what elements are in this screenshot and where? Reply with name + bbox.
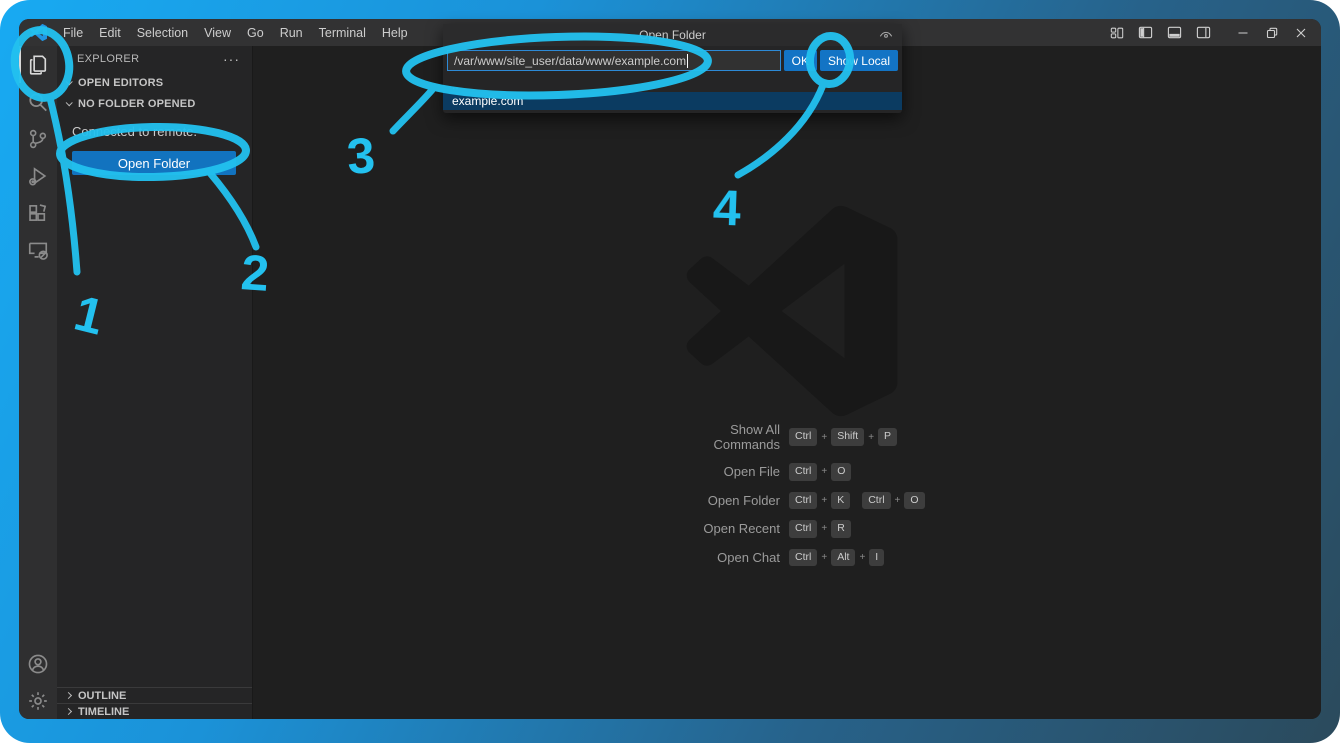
shortcut-keys: Ctrl + Shift + P [789,428,897,446]
folder-suggestion-list: ..example.com [443,75,902,110]
menu-go[interactable]: Go [239,19,272,46]
activity-bar [19,46,57,719]
menu-edit[interactable]: Edit [91,19,129,46]
close-button[interactable] [1286,19,1315,46]
menu-run[interactable]: Run [272,19,311,46]
dialog-list-item[interactable]: .. [443,77,902,92]
open-folder-button[interactable]: Open Folder [72,151,236,175]
vscode-watermark-logo [683,205,900,417]
shortcut-label: Open Folder [253,493,780,508]
key-badge: Ctrl [789,492,817,510]
source-control-icon[interactable] [19,120,57,157]
menu-help[interactable]: Help [374,19,416,46]
accounts-icon[interactable] [19,645,57,682]
chevron-right-icon [65,708,72,715]
key-separator: + [859,552,865,563]
editor-area: Show All Commands Ctrl + Shift + P Open File Ct… [253,46,1321,719]
outline-label: OUTLINE [78,690,126,702]
key-badge: Ctrl [862,492,890,510]
restore-button[interactable] [1257,19,1286,46]
key-badge: Ctrl [789,549,817,567]
shortcut-keys: Ctrl + Alt + I [789,549,884,567]
shortcut-label: Open File [253,464,780,479]
key-badge: Ctrl [789,428,817,446]
explorer-icon[interactable] [19,46,57,83]
key-badge: Ctrl [789,463,817,481]
toggle-secondary-sidebar-icon[interactable] [1189,19,1218,46]
menu-terminal[interactable]: Terminal [311,19,374,46]
sidebar-title: EXPLORER [77,53,219,65]
folder-path-value: /var/www/site_user/data/www/example.com [454,54,686,68]
menu-selection[interactable]: Selection [129,19,196,46]
shortcut-label: Open Recent [253,521,780,536]
extensions-icon[interactable] [19,194,57,231]
key-badge: P [878,428,897,446]
dialog-title: Open Folder [639,28,706,42]
key-separator: + [821,552,827,563]
chevron-down-icon [66,78,73,85]
shortcut-row: Open Recent Ctrl + R [253,520,1321,538]
customize-layout-icon[interactable] [1102,19,1131,46]
key-badge: Alt [831,549,855,567]
keyboard-shortcuts-watermark: Show All Commands Ctrl + Shift + P Open File Ct… [253,422,1321,577]
no-folder-section[interactable]: NO FOLDER OPENED [57,93,252,114]
open-editors-section[interactable]: OPEN EDITORS [57,72,252,93]
remote-status-text: Connected to remote. [72,124,236,140]
key-badge: I [869,549,884,567]
shortcut-label: Open Chat [253,550,780,565]
menu-file[interactable]: File [55,19,91,46]
key-badge: Ctrl [789,520,817,538]
shortcut-row: Open FolderCtrl+KCtrl+O [253,492,1321,510]
key-badge: K [831,492,850,510]
shortcut-row: Open Chat Ctrl + Alt + I [253,549,1321,567]
key-separator: + [821,466,827,477]
key-separator: + [821,432,827,443]
show-local-button[interactable]: Show Local [820,50,898,71]
vscode-window: FileEditSelectionViewGoRunTerminalHelp [19,19,1321,719]
outline-section[interactable]: OUTLINE [57,687,252,703]
dialog-list-item[interactable]: example.com [443,92,902,110]
shortcut-keys: Ctrl + O [789,463,851,481]
shortcut-row: Open File Ctrl + O [253,463,1321,481]
menu-bar: FileEditSelectionViewGoRunTerminalHelp [55,19,416,46]
timeline-section[interactable]: TIMELINE [57,703,252,719]
folder-path-input[interactable]: /var/www/site_user/data/www/example.com [447,50,781,71]
toggle-primary-sidebar-icon[interactable] [1131,19,1160,46]
key-badge: O [831,463,851,481]
open-folder-dialog: Open Folder /var/www/site_user/data/www/… [443,24,902,113]
key-badge: R [831,520,851,538]
key-badge: Shift [831,428,864,446]
text-caret [687,54,688,68]
menu-view[interactable]: View [196,19,239,46]
open-editors-label: OPEN EDITORS [78,77,163,89]
key-separator: + [821,495,827,506]
vscode-logo-icon [30,24,47,41]
key-badge: O [904,492,924,510]
key-separator: + [821,523,827,534]
shortcut-keys: Ctrl+KCtrl+O [789,492,925,510]
key-separator: + [895,495,901,506]
eye-icon[interactable] [879,28,893,45]
key-separator: + [868,432,874,443]
chevron-right-icon [65,692,72,699]
shortcut-keys: Ctrl + R [789,520,851,538]
chevron-down-icon [66,99,73,106]
explorer-sidebar: EXPLORER ··· OPEN EDITORS NO FOLDER OPEN… [57,46,253,719]
toggle-panel-icon[interactable] [1160,19,1189,46]
search-icon[interactable] [19,83,57,120]
remote-explorer-icon[interactable] [19,231,57,268]
more-actions-icon[interactable]: ··· [219,51,244,67]
timeline-label: TIMELINE [78,706,129,718]
minimize-button[interactable] [1228,19,1257,46]
run-and-debug-icon[interactable] [19,157,57,194]
shortcut-row: Show All Commands Ctrl + Shift + P [253,422,1321,452]
ok-button[interactable]: OK [784,50,817,71]
screenshot-stage: FileEditSelectionViewGoRunTerminalHelp [0,0,1340,743]
shortcut-label: Show All Commands [253,422,780,452]
settings-gear-icon[interactable] [19,682,57,719]
no-folder-label: NO FOLDER OPENED [78,98,196,110]
